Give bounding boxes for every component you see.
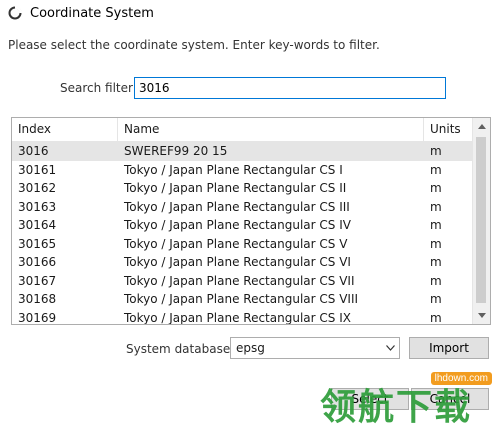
- table-header: Index Name Units: [12, 118, 476, 142]
- scroll-down-arrow-icon[interactable]: [473, 307, 490, 324]
- crs-table[interactable]: Index Name Units 3016 SWEREF99 20 15 m 3…: [11, 117, 491, 325]
- table-row[interactable]: 30161 Tokyo / Japan Plane Rectangular CS…: [12, 161, 476, 180]
- title-bar: Coordinate System: [0, 0, 500, 26]
- cell-units: m: [430, 273, 442, 288]
- system-database-label: System database: [126, 342, 231, 356]
- cell-units: m: [430, 162, 442, 177]
- table-row[interactable]: 30163 Tokyo / Japan Plane Rectangular CS…: [12, 198, 476, 217]
- table-row[interactable]: 30166 Tokyo / Japan Plane Rectangular CS…: [12, 253, 476, 272]
- qgis-icon: [8, 6, 22, 20]
- cell-name: Tokyo / Japan Plane Rectangular CS IV: [124, 218, 351, 232]
- cancel-button[interactable]: Cancel: [411, 388, 489, 410]
- cell-name: Tokyo / Japan Plane Rectangular CS III: [124, 199, 350, 214]
- cell-units: m: [430, 310, 442, 325]
- table-row[interactable]: 30165 Tokyo / Japan Plane Rectangular CS…: [12, 235, 476, 254]
- system-database-value: epsg: [236, 341, 265, 355]
- system-database-select[interactable]: epsg: [230, 337, 400, 359]
- cell-name: Tokyo / Japan Plane Rectangular CS II: [124, 181, 347, 195]
- cell-index: 30161: [18, 162, 57, 177]
- cell-units: m: [430, 144, 442, 158]
- search-filter-label: Search filter: [60, 81, 133, 95]
- cell-units: m: [430, 236, 442, 251]
- cell-units: m: [430, 255, 442, 269]
- cell-units: m: [430, 218, 442, 232]
- table-row[interactable]: 30168 Tokyo / Japan Plane Rectangular CS…: [12, 290, 476, 309]
- cell-index: 30166: [18, 255, 57, 269]
- cell-index: 30169: [18, 310, 57, 325]
- cell-name: Tokyo / Japan Plane Rectangular CS I: [124, 162, 343, 177]
- cell-name: Tokyo / Japan Plane Rectangular CS V: [124, 236, 348, 251]
- cell-index: 30163: [18, 199, 57, 214]
- cell-name: Tokyo / Japan Plane Rectangular CS IX: [124, 310, 351, 325]
- cell-index: 30164: [18, 218, 57, 232]
- table-row[interactable]: 3016 SWEREF99 20 15 m: [12, 142, 476, 161]
- cell-units: m: [430, 181, 442, 195]
- cell-name: Tokyo / Japan Plane Rectangular CS VII: [124, 273, 355, 288]
- column-header-name[interactable]: Name: [118, 118, 424, 141]
- column-header-units[interactable]: Units: [424, 118, 476, 141]
- cell-units: m: [430, 292, 442, 306]
- scroll-up-arrow-icon[interactable]: [473, 118, 490, 135]
- cell-name: Tokyo / Japan Plane Rectangular CS VIII: [124, 292, 359, 306]
- select-button[interactable]: Select: [331, 388, 409, 410]
- cell-index: 30168: [18, 292, 57, 306]
- table-row[interactable]: 30164 Tokyo / Japan Plane Rectangular CS…: [12, 216, 476, 235]
- cell-index: 3016: [18, 144, 49, 158]
- cell-name: SWEREF99 20 15: [124, 144, 228, 158]
- table-row[interactable]: 30162 Tokyo / Japan Plane Rectangular CS…: [12, 179, 476, 198]
- vertical-scrollbar[interactable]: [472, 118, 490, 324]
- chevron-down-icon: [381, 345, 399, 351]
- table-row[interactable]: 30169 Tokyo / Japan Plane Rectangular CS…: [12, 309, 476, 325]
- table-body: 3016 SWEREF99 20 15 m 30161 Tokyo / Japa…: [12, 142, 476, 325]
- table-row[interactable]: 30167 Tokyo / Japan Plane Rectangular CS…: [12, 272, 476, 291]
- cell-index: 30165: [18, 236, 57, 251]
- cell-name: Tokyo / Japan Plane Rectangular CS VI: [124, 255, 351, 269]
- cell-units: m: [430, 199, 442, 214]
- window-title: Coordinate System: [30, 5, 154, 21]
- scrollbar-thumb[interactable]: [476, 137, 486, 303]
- search-filter-input[interactable]: [134, 77, 446, 99]
- cell-index: 30162: [18, 181, 57, 195]
- column-header-index[interactable]: Index: [12, 118, 118, 141]
- instructions-text: Please select the coordinate system. Ent…: [8, 38, 380, 52]
- import-button[interactable]: Import: [409, 337, 489, 359]
- cell-index: 30167: [18, 273, 57, 288]
- watermark-site: lhdown.com: [430, 372, 492, 385]
